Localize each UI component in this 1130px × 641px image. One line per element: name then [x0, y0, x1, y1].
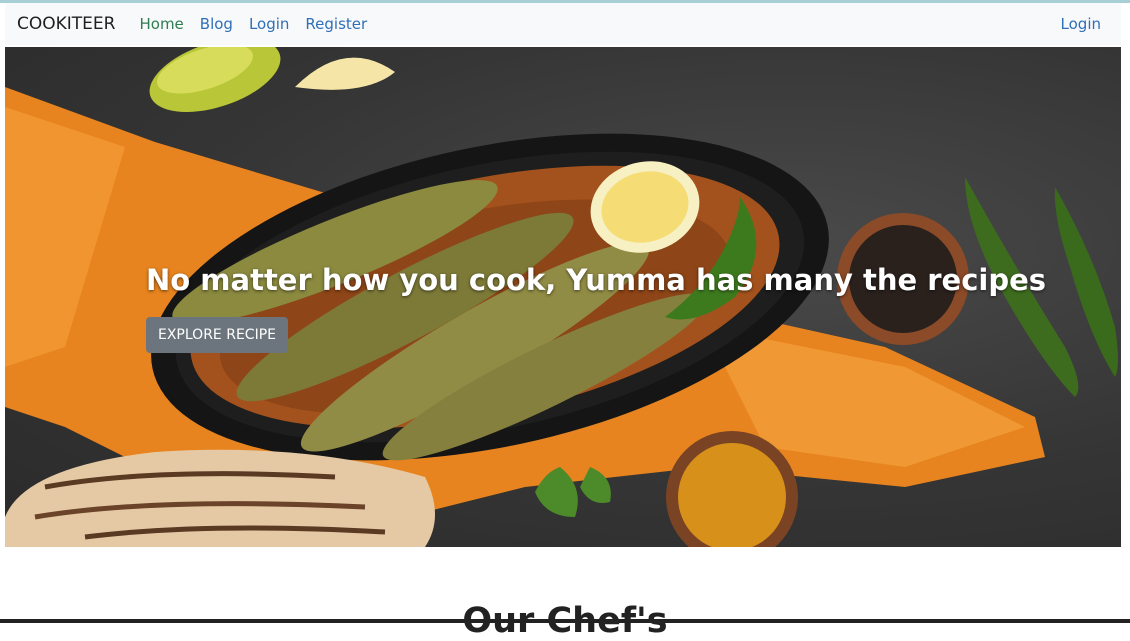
brand-logo[interactable]: COOKITEER	[17, 14, 115, 34]
hero-banner: No matter how you cook, Yumma has many t…	[5, 47, 1121, 547]
hero-title: No matter how you cook, Yumma has many t…	[146, 263, 1047, 297]
hero-food-image	[5, 47, 1118, 547]
explore-recipe-button[interactable]: EXPLORE RECIPE	[146, 317, 288, 353]
navbar: COOKITEER Home Blog Login Register Login	[5, 3, 1121, 45]
nav-link-login[interactable]: Login	[249, 15, 289, 33]
nav-link-blog[interactable]: Blog	[200, 15, 233, 33]
nav-link-home[interactable]: Home	[139, 15, 183, 33]
nav-right-login[interactable]: Login	[1061, 15, 1101, 33]
bottom-border	[0, 619, 1130, 623]
nav-link-register[interactable]: Register	[305, 15, 367, 33]
